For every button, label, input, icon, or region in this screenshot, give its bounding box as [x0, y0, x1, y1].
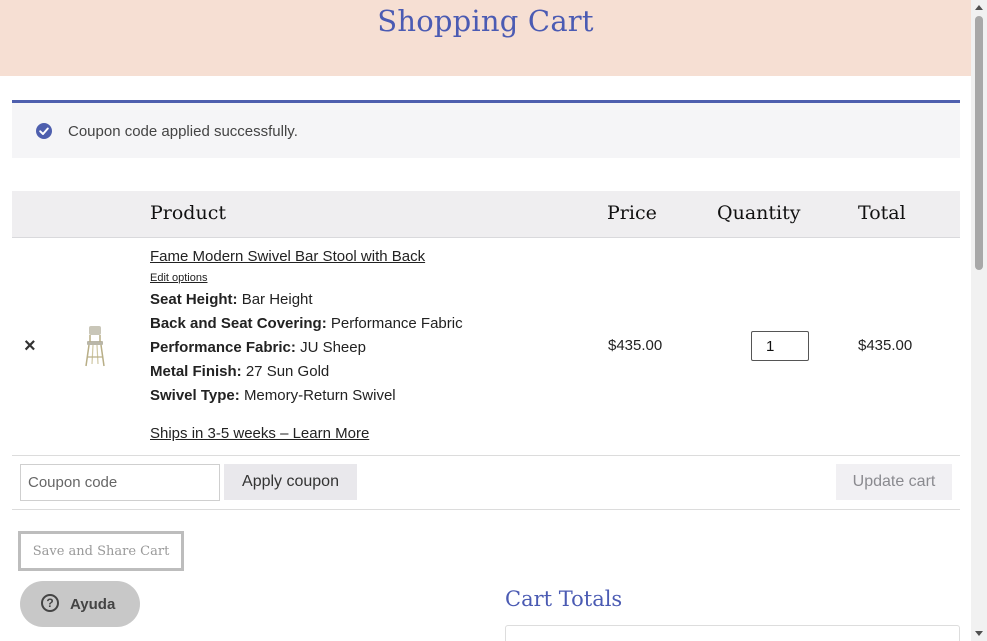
page-title: Shopping Cart: [377, 4, 594, 38]
cart-table-header: Product Price Quantity Total: [12, 191, 960, 238]
help-label: Ayuda: [70, 596, 116, 613]
update-cart-button[interactable]: Update cart: [836, 464, 952, 500]
help-button[interactable]: ? Ayuda: [20, 581, 140, 627]
question-icon: ?: [41, 594, 59, 612]
item-price: $435.00: [608, 337, 663, 354]
scroll-down-arrow-icon[interactable]: [975, 631, 983, 636]
attribute-row: Metal Finish: 27 Sun Gold: [150, 363, 330, 380]
header-total: Total: [858, 202, 906, 224]
quantity-input[interactable]: [751, 331, 809, 361]
success-notice: Coupon code applied successfully.: [12, 100, 960, 158]
header-quantity: Quantity: [717, 202, 801, 224]
item-total: $435.00: [858, 337, 913, 354]
remove-item-icon[interactable]: ×: [24, 336, 36, 356]
attribute-row: Seat Height: Bar Height: [150, 291, 313, 308]
check-circle-icon: [36, 123, 52, 139]
vertical-scrollbar[interactable]: [971, 0, 987, 641]
apply-coupon-button[interactable]: Apply coupon: [224, 464, 357, 500]
cart-actions: Apply coupon Update cart: [12, 456, 960, 510]
scroll-up-arrow-icon[interactable]: [975, 5, 983, 10]
page: Shopping Cart Coupon code applied succes…: [0, 0, 971, 641]
page-banner: Shopping Cart: [0, 0, 971, 76]
cart-totals-title: Cart Totals: [505, 587, 623, 611]
cart-totals-box: [505, 625, 960, 641]
attribute-row: Swivel Type: Memory-Return Swivel: [150, 387, 396, 404]
product-name-link[interactable]: Fame Modern Swivel Bar Stool with Back: [150, 248, 425, 265]
product-attributes: Seat Height: Bar Height Back and Seat Co…: [150, 288, 463, 408]
cart-item-row: × Fame Modern Swivel Bar Stool with Back…: [12, 238, 960, 456]
shipping-info-link[interactable]: Ships in 3-5 weeks – Learn More: [150, 425, 369, 442]
attribute-row: Performance Fabric: JU Sheep: [150, 339, 366, 356]
header-price: Price: [607, 202, 657, 224]
edit-options-link[interactable]: Edit options: [150, 272, 207, 284]
notice-message: Coupon code applied successfully.: [68, 123, 298, 140]
save-share-cart-button[interactable]: Save and Share Cart: [18, 531, 184, 571]
attribute-row: Back and Seat Covering: Performance Fabr…: [150, 315, 463, 332]
coupon-code-input[interactable]: [20, 464, 220, 501]
header-product: Product: [150, 202, 226, 224]
scrollbar-thumb[interactable]: [975, 16, 983, 270]
product-thumbnail[interactable]: [80, 324, 110, 368]
